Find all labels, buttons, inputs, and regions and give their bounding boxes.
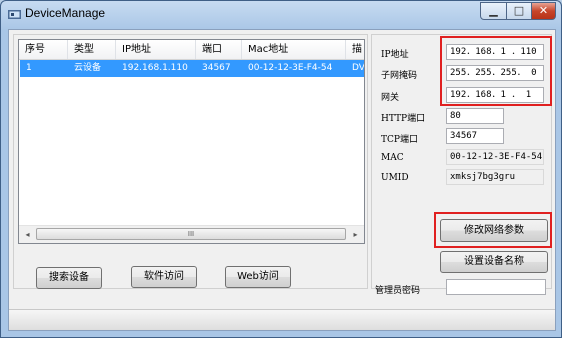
row-type: 云设备 bbox=[74, 63, 102, 73]
row-desc: DVR bbox=[352, 63, 365, 73]
column-header-desc[interactable]: 描 bbox=[346, 40, 364, 59]
subnet-mask-label: 子网掩码 bbox=[381, 71, 418, 81]
close-icon: ✕ bbox=[538, 4, 549, 17]
status-bar bbox=[9, 309, 555, 330]
scrollbar-thumb[interactable]: III bbox=[36, 228, 346, 240]
scroll-right-icon[interactable]: ▸ bbox=[347, 226, 364, 243]
column-header-ip[interactable]: IP地址 bbox=[116, 40, 196, 59]
admin-password-field[interactable] bbox=[446, 279, 546, 295]
umid-label: UMID bbox=[381, 173, 409, 183]
row-mac: 00-12-12-3E-F4-54 bbox=[248, 63, 333, 73]
column-header-mac[interactable]: Mac地址 bbox=[242, 40, 346, 59]
row-index: 1 bbox=[26, 63, 32, 73]
modify-button-highlight-box bbox=[434, 212, 552, 248]
tcp-port-label: TCP端口 bbox=[381, 135, 418, 145]
search-devices-button[interactable]: 搜索设备 bbox=[36, 267, 102, 289]
client-area: 序号 类型 IP地址 端口 Mac地址 描 1 云设备 192.168.1.11… bbox=[8, 29, 556, 331]
umid-field: xmksj7bg3gru bbox=[446, 169, 544, 185]
app-icon bbox=[8, 10, 21, 19]
set-device-name-button[interactable]: 设置设备名称 bbox=[440, 251, 548, 273]
window-title: DeviceManage bbox=[25, 6, 106, 20]
row-port: 34567 bbox=[202, 63, 231, 73]
network-settings-panel: IP地址 192．168．1 ．110 子网掩码 255．255．255． 0 … bbox=[371, 34, 552, 296]
tcp-port-field[interactable]: 34567 bbox=[446, 128, 504, 144]
minimize-button[interactable]: ▁ bbox=[480, 2, 507, 20]
column-header-index[interactable]: 序号 bbox=[19, 40, 68, 59]
mac-label: MAC bbox=[381, 153, 404, 163]
horizontal-scrollbar[interactable]: ◂ III ▸ bbox=[19, 225, 364, 243]
http-port-label: HTTP端口 bbox=[381, 114, 426, 124]
table-row[interactable]: 1 云设备 192.168.1.110 34567 00-12-12-3E-F4… bbox=[20, 60, 365, 77]
http-port-field[interactable]: 80 bbox=[446, 108, 504, 124]
admin-password-label: 管理员密码 bbox=[375, 286, 421, 296]
column-header-port[interactable]: 端口 bbox=[196, 40, 242, 59]
ip-label: IP地址 bbox=[381, 50, 409, 60]
scroll-left-icon[interactable]: ◂ bbox=[19, 226, 36, 243]
list-header: 序号 类型 IP地址 端口 Mac地址 描 bbox=[19, 40, 364, 60]
column-header-type[interactable]: 类型 bbox=[68, 40, 116, 59]
device-panel: 序号 类型 IP地址 端口 Mac地址 描 1 云设备 192.168.1.11… bbox=[13, 34, 368, 289]
web-access-button[interactable]: Web访问 bbox=[225, 266, 291, 288]
network-highlight-box bbox=[440, 36, 552, 106]
maximize-icon: □ bbox=[513, 4, 525, 17]
device-list[interactable]: 序号 类型 IP地址 端口 Mac地址 描 1 云设备 192.168.1.11… bbox=[18, 39, 365, 244]
software-access-button[interactable]: 软件访问 bbox=[131, 266, 197, 288]
title-bar[interactable]: DeviceManage ▁ □ ✕ bbox=[1, 1, 561, 29]
maximize-button[interactable]: □ bbox=[506, 2, 532, 20]
gateway-label: 网关 bbox=[381, 93, 400, 103]
close-button[interactable]: ✕ bbox=[531, 2, 556, 20]
row-ip: 192.168.1.110 bbox=[122, 63, 188, 73]
device-manage-window: DeviceManage ▁ □ ✕ 序号 类型 IP地址 端口 Mac地址 描… bbox=[0, 0, 562, 338]
mac-field: 00-12-12-3E-F4-54 bbox=[446, 149, 544, 165]
minimize-icon: ▁ bbox=[489, 4, 498, 17]
